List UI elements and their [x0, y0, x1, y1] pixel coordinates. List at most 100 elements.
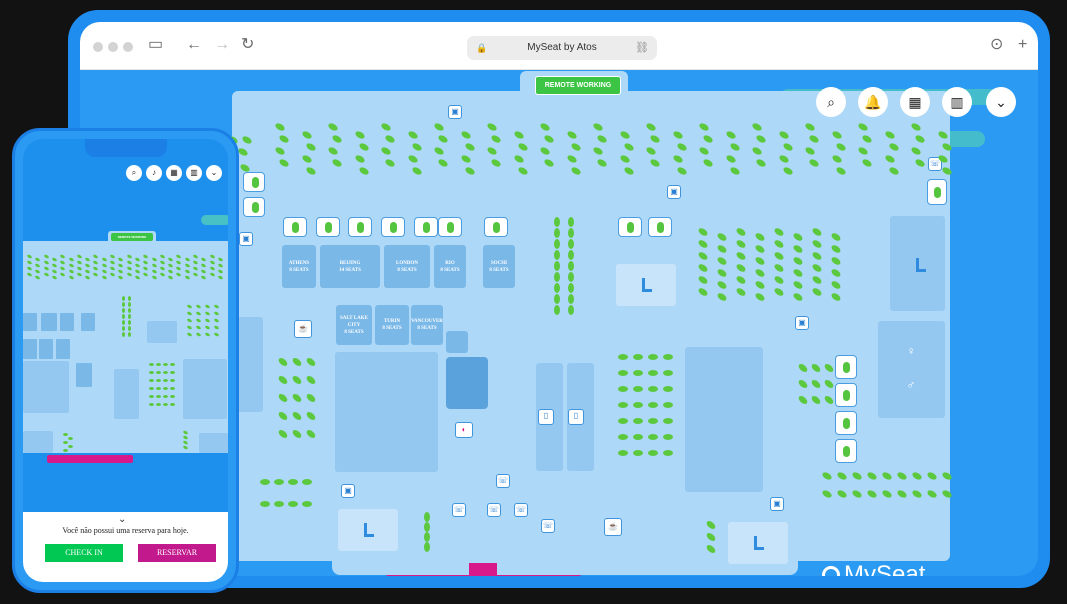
check-in-button[interactable]: CHECK IN [45, 544, 123, 562]
seat[interactable] [170, 387, 175, 390]
seat[interactable] [149, 395, 154, 398]
reserve-button[interactable]: RESERVAR [138, 544, 216, 562]
bell-icon[interactable]: ♪ [146, 165, 162, 181]
small-room[interactable] [446, 331, 468, 353]
seat[interactable] [59, 265, 66, 272]
seat[interactable] [209, 259, 216, 266]
seat[interactable] [128, 296, 131, 301]
seat[interactable] [186, 303, 193, 310]
seat[interactable] [568, 228, 574, 238]
seat[interactable] [163, 403, 168, 406]
phone-floor-map[interactable] [23, 241, 228, 453]
seat[interactable] [84, 268, 91, 275]
seat[interactable] [554, 239, 560, 249]
seat[interactable] [51, 256, 58, 263]
seat[interactable] [126, 253, 133, 260]
seat[interactable] [648, 386, 658, 392]
seat[interactable] [26, 271, 33, 278]
seat[interactable] [68, 445, 73, 448]
seat[interactable] [122, 308, 125, 313]
seat[interactable] [142, 259, 149, 266]
phone-booth-icon[interactable]: ☏ [514, 503, 528, 517]
seat[interactable] [209, 253, 216, 260]
phone-booth-icon[interactable]: ☏ [541, 519, 555, 533]
seat[interactable] [663, 370, 673, 376]
seat[interactable] [156, 371, 161, 374]
desk[interactable] [835, 439, 857, 463]
download-icon[interactable]: ⊙ [990, 35, 1003, 55]
mini-room[interactable] [23, 339, 37, 359]
desk[interactable] [381, 217, 405, 237]
seat[interactable] [217, 256, 224, 263]
seat[interactable] [554, 294, 560, 304]
seat[interactable] [204, 317, 211, 324]
seat[interactable] [633, 370, 643, 376]
seat[interactable] [92, 259, 99, 266]
accessibility-icon[interactable]: ◐ [455, 422, 473, 438]
seat[interactable] [134, 268, 141, 275]
chevron-down-icon[interactable]: ⌄ [206, 165, 222, 181]
seat[interactable] [51, 274, 58, 281]
seat[interactable] [204, 310, 211, 317]
address-bar[interactable]: 🔒 MySeat by Atos ⛓ [467, 36, 657, 60]
seat[interactable] [142, 265, 149, 272]
building-icon[interactable]: ▥ [942, 87, 972, 117]
remote-working-button[interactable]: REMOTE WORKING [111, 233, 153, 241]
room-sochi[interactable]: SOCHI 8 SEATS [483, 245, 515, 288]
seat[interactable] [126, 259, 133, 266]
area-stats-icon[interactable] [890, 244, 945, 284]
seat[interactable] [101, 274, 108, 281]
seat[interactable] [170, 363, 175, 366]
seat[interactable] [213, 303, 220, 310]
seat[interactable] [200, 256, 207, 263]
seat[interactable] [117, 274, 124, 281]
seat[interactable] [159, 271, 166, 278]
seat[interactable] [663, 418, 673, 424]
calendar-icon[interactable]: ▦ [900, 87, 930, 117]
room-london[interactable]: LONDON 8 SEATS [384, 245, 430, 288]
seat[interactable] [217, 274, 224, 281]
seat[interactable] [122, 302, 125, 307]
seat[interactable] [68, 268, 74, 275]
seat[interactable] [117, 268, 124, 275]
seat[interactable] [43, 259, 50, 266]
seat[interactable] [633, 386, 643, 392]
seat[interactable] [122, 332, 125, 337]
seat[interactable] [167, 262, 174, 269]
coffee-icon[interactable]: ☕ [294, 320, 312, 338]
seat[interactable] [175, 271, 182, 278]
room-beijing[interactable]: BEIJING 14 SEATS [320, 245, 380, 288]
seat[interactable] [186, 324, 193, 331]
seat[interactable] [59, 271, 66, 278]
seat[interactable] [134, 274, 141, 281]
seat[interactable] [554, 283, 560, 293]
door-icon[interactable]: ▯ [568, 409, 584, 425]
area-stats-icon[interactable] [728, 522, 788, 564]
desk[interactable] [243, 197, 265, 217]
forward-arrow-icon[interactable]: → [214, 35, 230, 55]
area-stats-icon[interactable] [338, 509, 398, 551]
seat[interactable] [76, 271, 83, 278]
seat[interactable] [26, 259, 33, 266]
printer-icon[interactable]: ▣ [448, 105, 462, 119]
seat[interactable] [182, 439, 189, 446]
room-vancouver[interactable]: VANCOUVER 8 SEATS [411, 305, 443, 345]
seat[interactable] [63, 433, 68, 436]
seat[interactable] [288, 479, 298, 485]
desk[interactable] [438, 217, 462, 237]
seat[interactable] [568, 217, 574, 227]
seat[interactable] [186, 331, 193, 338]
chevron-down-icon[interactable]: ⌄ [118, 514, 126, 525]
seat[interactable] [122, 296, 125, 301]
seat[interactable] [170, 371, 175, 374]
seat[interactable] [156, 363, 161, 366]
restroom-zone[interactable] [878, 321, 945, 418]
mini-room[interactable] [60, 313, 74, 331]
desk[interactable] [316, 217, 340, 237]
seat[interactable] [648, 450, 658, 456]
seat[interactable] [182, 444, 189, 451]
seat[interactable] [151, 268, 157, 275]
seat[interactable] [618, 354, 628, 360]
mini-room[interactable] [23, 313, 37, 331]
seat[interactable] [217, 262, 224, 269]
